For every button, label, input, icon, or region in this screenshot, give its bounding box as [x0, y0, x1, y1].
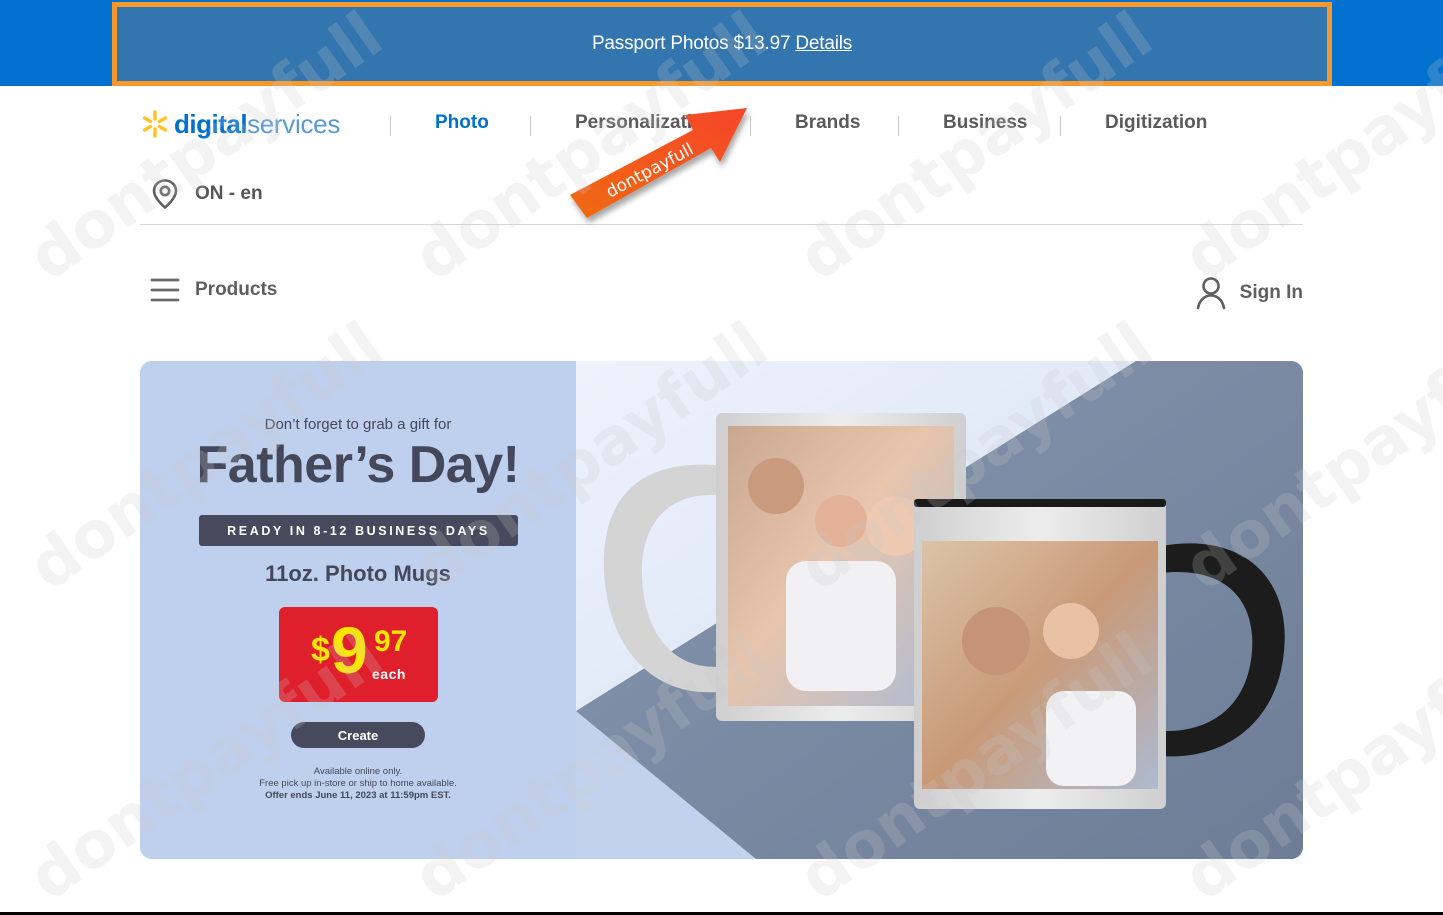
nav-item-business[interactable]: Business [943, 112, 1027, 134]
sign-in-label: Sign In [1239, 282, 1303, 303]
nav-item-photo[interactable]: Photo [435, 112, 489, 134]
site-header: digital services Photo Personalizati Bran… [140, 86, 1303, 225]
product-name: 11oz. Photo Mugs [265, 561, 451, 586]
nav-divider [390, 116, 391, 136]
locale-selector[interactable]: ON - en [150, 178, 263, 210]
fineprint-line: Available online only. [313, 766, 403, 777]
hero-promo-panel: Don’t forget to grab a gift for Father’s… [140, 361, 576, 859]
offer-fineprint: Available online only. Free pick up in-s… [140, 766, 576, 802]
hero-mug-image [576, 361, 1303, 859]
price-whole: 9 [331, 613, 368, 687]
promo-text: Passport Photos $13.97 [591, 33, 791, 54]
nav-divider [898, 116, 899, 136]
fineprint-line: Free pick up in-store or ship to home av… [259, 778, 457, 789]
subnav-bar: Products Sign In [140, 270, 1303, 316]
nav-divider [530, 116, 531, 136]
hero-tagline: Don’t forget to grab a gift for [264, 416, 452, 433]
black-mug-rim [914, 499, 1166, 507]
nav-divider [750, 116, 751, 136]
user-icon [1196, 277, 1225, 310]
sign-in-button[interactable]: Sign In [1195, 276, 1303, 310]
nav-item-brands[interactable]: Brands [795, 112, 860, 134]
locale-label: ON - en [195, 183, 263, 204]
create-button[interactable]: Create [291, 722, 425, 748]
hamburger-menu-icon [150, 278, 180, 302]
promo-banner: Passport Photos $13.97 Details [112, 2, 1332, 86]
price-cents: 97 [374, 625, 408, 658]
price-unit: each [372, 666, 406, 682]
products-menu-button[interactable]: Products [150, 277, 277, 303]
nav-divider [1060, 116, 1061, 136]
price-tag: $ 9 97 each [279, 607, 438, 702]
location-pin-icon [152, 179, 178, 210]
main-nav: Photo Personalizati Brands Business Digi… [140, 112, 1303, 138]
products-label: Products [195, 279, 278, 300]
nav-item-digitization[interactable]: Digitization [1105, 112, 1207, 134]
price-currency: $ [311, 631, 330, 669]
promo-details-link[interactable]: Details [795, 33, 852, 55]
photo-mugs-illustration [576, 361, 1303, 859]
nav-item-personalization[interactable]: Personalizati [575, 112, 692, 134]
fathers-day-hero-banner[interactable]: Don’t forget to grab a gift for Father’s… [140, 361, 1303, 859]
offer-end-date: Offer ends June 11, 2023 at 11:59pm EST. [265, 790, 451, 801]
ready-time-badge: READY IN 8-12 BUSINESS DAYS [199, 515, 518, 546]
hero-headline: Father’s Day! [196, 436, 520, 494]
